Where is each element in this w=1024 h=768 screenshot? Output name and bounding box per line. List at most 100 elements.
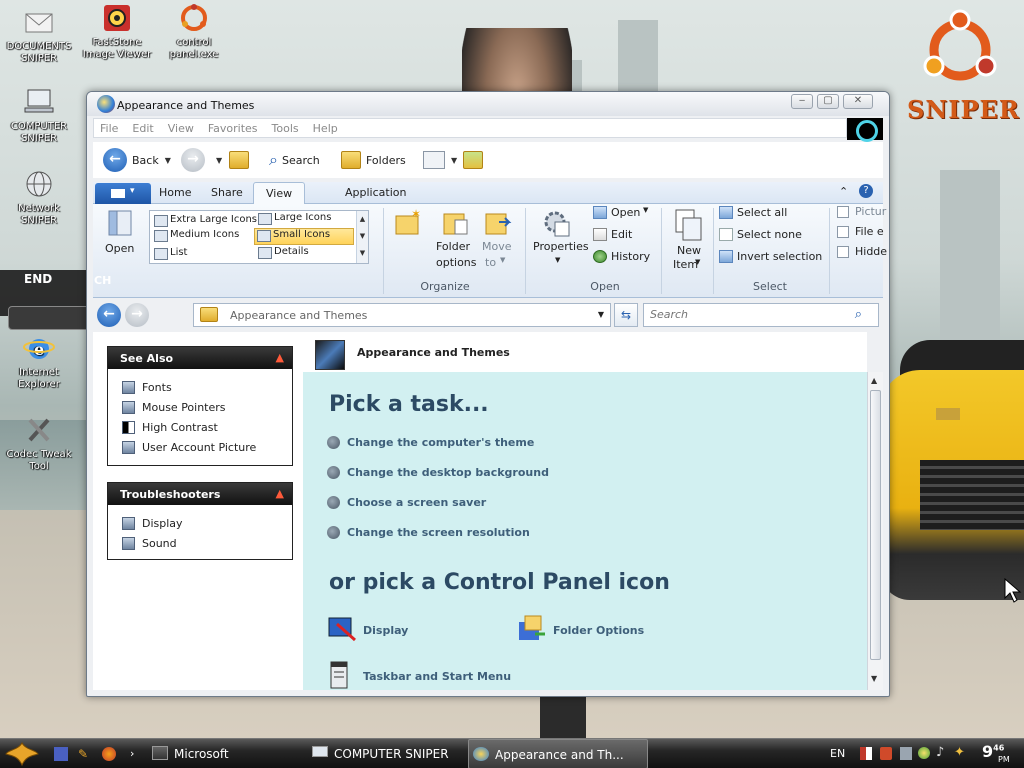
open-button[interactable]: Open [611,206,640,219]
desktop-icon-network[interactable]: Network SNIPER [0,168,78,227]
menu-view[interactable]: View [162,119,202,135]
layout-list[interactable]: List [152,247,187,260]
content-scrollbar[interactable]: ▲ ▼ [867,372,883,690]
search-field[interactable]: ⌕ [643,303,879,327]
task-change-background[interactable]: Change the desktop background [327,466,549,479]
up-folder-button[interactable] [229,148,254,172]
chevron-down-icon[interactable]: ▼ [165,156,171,165]
menu-help[interactable]: Help [307,119,346,135]
tab-view[interactable]: View [253,182,306,205]
scroll-down-arrow[interactable]: ▼ [871,674,877,683]
tray-app-icon[interactable] [880,747,892,760]
cp-icon-taskbar-start-menu[interactable]: Taskbar and Start Menu [327,660,511,692]
cp-icon-folder-options[interactable]: Folder Options [517,614,644,646]
invert-selection-button[interactable]: Invert selection [737,250,822,263]
checkbox-hidden-items[interactable] [837,246,849,258]
see-also-user-account-picture[interactable]: User Account Picture [108,437,292,457]
task-change-theme[interactable]: Change the computer's theme [327,436,534,449]
see-also-header[interactable]: See Also ▲ [108,347,292,369]
maximize-button[interactable]: ▢ [817,94,839,109]
see-also-mouse-pointers[interactable]: Mouse Pointers [108,397,292,417]
desktop-icon-control-panel[interactable]: control panel.exe [155,2,233,61]
search-input[interactable] [650,308,840,321]
properties-button[interactable]: Properties [533,240,589,253]
chevron-down-icon[interactable]: ▼ [216,156,222,165]
task-screen-resolution[interactable]: Change the screen resolution [327,526,530,539]
taskbar-item-appearance-themes[interactable]: Appearance and Th... [468,739,648,768]
quicklaunch-media-icon[interactable] [54,739,68,768]
new-item-button[interactable]: New [677,244,701,257]
checkbox-file-extensions[interactable] [837,226,849,238]
checkbox-picture[interactable] [837,206,849,218]
collapse-icon[interactable]: ▲ [276,351,284,364]
file-menu-button[interactable] [95,183,151,204]
menu-favorites[interactable]: Favorites [202,119,266,135]
desktop-icon-computer[interactable]: COMPUTER SNIPER [0,86,78,145]
troubleshooter-display[interactable]: Display [108,513,292,533]
forward-button[interactable]: → ▼ [181,148,222,172]
quicklaunch-expand-chevron[interactable]: › [130,739,134,768]
ribbon-collapse-icon[interactable]: ⌃ [839,185,848,198]
layout-large-icons[interactable]: Large Icons [256,212,331,225]
minimize-button[interactable]: ‒ [791,94,813,109]
quicklaunch-pen-icon[interactable]: ✎ [78,739,88,768]
explorer-window[interactable]: Appearance and Themes ‒ ▢ ✕ File Edit View… [86,91,890,697]
scrollbar-thumb[interactable] [870,390,881,660]
taskbar-item-computer-sniper[interactable]: COMPUTER SNIPER [308,739,449,768]
help-icon[interactable]: ? [859,184,873,198]
layout-small-icons[interactable]: Small Icons [254,228,354,245]
layout-gallery-scroll[interactable]: ▲ ▼ ▼ [356,211,368,263]
refresh-button[interactable]: ⇆ [614,303,638,327]
menu-edit[interactable]: Edit [126,119,161,135]
taskbar-item-microsoft[interactable]: Microsoft [148,739,229,768]
menu-tools[interactable]: Tools [266,119,307,135]
desktop-icon-label: Tool [29,461,49,472]
navigation-pane-open-button[interactable]: Open [105,242,134,255]
language-indicator[interactable]: EN [830,747,845,760]
troubleshooter-sound[interactable]: Sound [108,533,292,553]
tray-chrome-icon[interactable] [918,747,930,759]
volume-icon[interactable]: ♪ [936,745,944,760]
edit-button[interactable]: Edit [611,228,632,241]
views-button[interactable]: ▼ [423,148,457,172]
back-arrow-icon[interactable]: ← [97,303,121,327]
tab-application[interactable]: Application [345,186,406,199]
search-button[interactable]: ⌕ Search [269,148,320,172]
select-none-button[interactable]: Select none [737,228,802,241]
security-shield-icon[interactable] [860,747,872,760]
scroll-up-arrow[interactable]: ▲ [871,376,877,385]
desktop-icon-faststone[interactable]: FastStone Image Viewer [78,2,156,61]
tab-home[interactable]: Home [159,186,191,199]
forward-arrow-icon[interactable]: → [125,303,149,327]
move-to-button[interactable]: Move [482,240,512,253]
folder-options-button[interactable]: Folder [436,240,470,253]
desktop-icon-internet-explorer[interactable]: e Internet Explorer [0,332,78,391]
task-screen-saver[interactable]: Choose a screen saver [327,496,486,509]
window-titlebar[interactable]: Appearance and Themes ‒ ▢ ✕ [87,92,889,116]
search-icon[interactable]: ⌕ [855,307,862,322]
menu-file[interactable]: File [94,119,126,135]
see-also-fonts[interactable]: Fonts [108,377,292,397]
layout-details[interactable]: Details [256,246,309,259]
history-button[interactable]: History [611,250,650,263]
chevron-down-icon[interactable]: ▼ [598,310,604,319]
folders-button[interactable]: Folders [341,148,406,172]
address-field[interactable]: Appearance and Themes ▼ [193,303,611,327]
start-button[interactable] [2,740,42,768]
wand-icon[interactable]: ✦ [954,745,965,760]
select-all-button[interactable]: Select all [737,206,787,219]
layout-extra-large-icons[interactable]: Extra Large Icons [152,214,257,227]
cp-icon-display[interactable]: Display [327,614,408,646]
desktop-icon-documents[interactable]: DOCUMENTS SNIPER [0,6,78,65]
network-tray-icon[interactable] [900,747,912,760]
desktop-icon-codec-tweak[interactable]: Codec Tweak Tool [0,414,78,473]
back-button[interactable]: ← Back ▼ [103,148,171,172]
close-button[interactable]: ✕ [843,94,873,109]
quicklaunch-firefox-icon[interactable] [102,739,116,768]
layout-medium-icons[interactable]: Medium Icons [152,229,239,242]
see-also-high-contrast[interactable]: High Contrast [108,417,292,437]
tab-share[interactable]: Share [211,186,243,199]
troubleshooters-header[interactable]: Troubleshooters ▲ [108,483,292,505]
collapse-icon[interactable]: ▲ [276,487,284,500]
folder-sync-button[interactable] [463,148,488,172]
